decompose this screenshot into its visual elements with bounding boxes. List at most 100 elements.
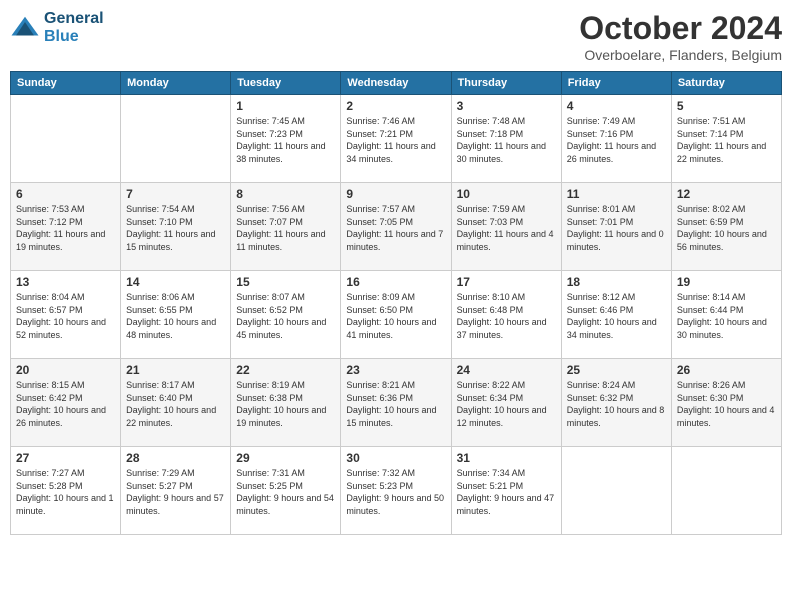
col-monday: Monday bbox=[121, 72, 231, 95]
day-number: 25 bbox=[567, 363, 666, 377]
logo-icon bbox=[10, 13, 40, 43]
table-row: 10 Sunrise: 7:59 AMSunset: 7:03 PMDaylig… bbox=[451, 183, 561, 271]
table-row: 20 Sunrise: 8:15 AMSunset: 6:42 PMDaylig… bbox=[11, 359, 121, 447]
day-number: 7 bbox=[126, 187, 225, 201]
day-number: 1 bbox=[236, 99, 335, 113]
title-block: October 2024 Overboelare, Flanders, Belg… bbox=[579, 10, 782, 63]
day-detail: Sunrise: 7:53 AMSunset: 7:12 PMDaylight:… bbox=[16, 203, 115, 253]
day-detail: Sunrise: 7:34 AMSunset: 5:21 PMDaylight:… bbox=[457, 467, 556, 517]
day-detail: Sunrise: 7:59 AMSunset: 7:03 PMDaylight:… bbox=[457, 203, 556, 253]
day-detail: Sunrise: 7:49 AMSunset: 7:16 PMDaylight:… bbox=[567, 115, 666, 165]
calendar-table: Sunday Monday Tuesday Wednesday Thursday… bbox=[10, 71, 782, 535]
day-detail: Sunrise: 8:02 AMSunset: 6:59 PMDaylight:… bbox=[677, 203, 776, 253]
day-number: 16 bbox=[346, 275, 445, 289]
day-detail: Sunrise: 8:04 AMSunset: 6:57 PMDaylight:… bbox=[16, 291, 115, 341]
table-row: 25 Sunrise: 8:24 AMSunset: 6:32 PMDaylig… bbox=[561, 359, 671, 447]
day-detail: Sunrise: 8:06 AMSunset: 6:55 PMDaylight:… bbox=[126, 291, 225, 341]
day-number: 31 bbox=[457, 451, 556, 465]
day-number: 20 bbox=[16, 363, 115, 377]
day-number: 11 bbox=[567, 187, 666, 201]
table-row: 13 Sunrise: 8:04 AMSunset: 6:57 PMDaylig… bbox=[11, 271, 121, 359]
day-detail: Sunrise: 8:22 AMSunset: 6:34 PMDaylight:… bbox=[457, 379, 556, 429]
day-number: 30 bbox=[346, 451, 445, 465]
table-row bbox=[561, 447, 671, 535]
calendar-week-1: 1 Sunrise: 7:45 AMSunset: 7:23 PMDayligh… bbox=[11, 95, 782, 183]
header: General Blue October 2024 Overboelare, F… bbox=[10, 10, 782, 63]
day-number: 4 bbox=[567, 99, 666, 113]
header-row: Sunday Monday Tuesday Wednesday Thursday… bbox=[11, 72, 782, 95]
day-number: 10 bbox=[457, 187, 556, 201]
day-detail: Sunrise: 8:19 AMSunset: 6:38 PMDaylight:… bbox=[236, 379, 335, 429]
day-detail: Sunrise: 7:54 AMSunset: 7:10 PMDaylight:… bbox=[126, 203, 225, 253]
table-row: 6 Sunrise: 7:53 AMSunset: 7:12 PMDayligh… bbox=[11, 183, 121, 271]
day-detail: Sunrise: 8:09 AMSunset: 6:50 PMDaylight:… bbox=[346, 291, 445, 341]
day-detail: Sunrise: 7:27 AMSunset: 5:28 PMDaylight:… bbox=[16, 467, 115, 517]
day-detail: Sunrise: 8:07 AMSunset: 6:52 PMDaylight:… bbox=[236, 291, 335, 341]
calendar-week-4: 20 Sunrise: 8:15 AMSunset: 6:42 PMDaylig… bbox=[11, 359, 782, 447]
table-row: 8 Sunrise: 7:56 AMSunset: 7:07 PMDayligh… bbox=[231, 183, 341, 271]
table-row: 1 Sunrise: 7:45 AMSunset: 7:23 PMDayligh… bbox=[231, 95, 341, 183]
day-detail: Sunrise: 8:24 AMSunset: 6:32 PMDaylight:… bbox=[567, 379, 666, 429]
day-number: 13 bbox=[16, 275, 115, 289]
table-row: 5 Sunrise: 7:51 AMSunset: 7:14 PMDayligh… bbox=[671, 95, 781, 183]
table-row: 17 Sunrise: 8:10 AMSunset: 6:48 PMDaylig… bbox=[451, 271, 561, 359]
day-detail: Sunrise: 7:46 AMSunset: 7:21 PMDaylight:… bbox=[346, 115, 445, 165]
table-row: 9 Sunrise: 7:57 AMSunset: 7:05 PMDayligh… bbox=[341, 183, 451, 271]
day-number: 9 bbox=[346, 187, 445, 201]
day-number: 24 bbox=[457, 363, 556, 377]
day-detail: Sunrise: 7:48 AMSunset: 7:18 PMDaylight:… bbox=[457, 115, 556, 165]
day-number: 17 bbox=[457, 275, 556, 289]
col-sunday: Sunday bbox=[11, 72, 121, 95]
day-number: 28 bbox=[126, 451, 225, 465]
calendar-week-3: 13 Sunrise: 8:04 AMSunset: 6:57 PMDaylig… bbox=[11, 271, 782, 359]
table-row: 3 Sunrise: 7:48 AMSunset: 7:18 PMDayligh… bbox=[451, 95, 561, 183]
table-row: 22 Sunrise: 8:19 AMSunset: 6:38 PMDaylig… bbox=[231, 359, 341, 447]
table-row: 23 Sunrise: 8:21 AMSunset: 6:36 PMDaylig… bbox=[341, 359, 451, 447]
col-friday: Friday bbox=[561, 72, 671, 95]
day-detail: Sunrise: 7:57 AMSunset: 7:05 PMDaylight:… bbox=[346, 203, 445, 253]
day-detail: Sunrise: 7:51 AMSunset: 7:14 PMDaylight:… bbox=[677, 115, 776, 165]
table-row bbox=[671, 447, 781, 535]
table-row: 26 Sunrise: 8:26 AMSunset: 6:30 PMDaylig… bbox=[671, 359, 781, 447]
table-row: 15 Sunrise: 8:07 AMSunset: 6:52 PMDaylig… bbox=[231, 271, 341, 359]
page: General Blue October 2024 Overboelare, F… bbox=[0, 0, 792, 612]
table-row: 24 Sunrise: 8:22 AMSunset: 6:34 PMDaylig… bbox=[451, 359, 561, 447]
col-wednesday: Wednesday bbox=[341, 72, 451, 95]
day-number: 26 bbox=[677, 363, 776, 377]
day-detail: Sunrise: 7:45 AMSunset: 7:23 PMDaylight:… bbox=[236, 115, 335, 165]
day-number: 12 bbox=[677, 187, 776, 201]
logo-text: General Blue bbox=[44, 10, 104, 45]
table-row: 16 Sunrise: 8:09 AMSunset: 6:50 PMDaylig… bbox=[341, 271, 451, 359]
day-detail: Sunrise: 7:56 AMSunset: 7:07 PMDaylight:… bbox=[236, 203, 335, 253]
day-number: 23 bbox=[346, 363, 445, 377]
day-detail: Sunrise: 7:31 AMSunset: 5:25 PMDaylight:… bbox=[236, 467, 335, 517]
day-number: 6 bbox=[16, 187, 115, 201]
logo: General Blue bbox=[10, 10, 104, 45]
day-number: 18 bbox=[567, 275, 666, 289]
day-detail: Sunrise: 7:29 AMSunset: 5:27 PMDaylight:… bbox=[126, 467, 225, 517]
col-tuesday: Tuesday bbox=[231, 72, 341, 95]
calendar-week-5: 27 Sunrise: 7:27 AMSunset: 5:28 PMDaylig… bbox=[11, 447, 782, 535]
table-row: 7 Sunrise: 7:54 AMSunset: 7:10 PMDayligh… bbox=[121, 183, 231, 271]
table-row: 30 Sunrise: 7:32 AMSunset: 5:23 PMDaylig… bbox=[341, 447, 451, 535]
subtitle: Overboelare, Flanders, Belgium bbox=[579, 47, 782, 63]
day-detail: Sunrise: 8:14 AMSunset: 6:44 PMDaylight:… bbox=[677, 291, 776, 341]
day-detail: Sunrise: 8:15 AMSunset: 6:42 PMDaylight:… bbox=[16, 379, 115, 429]
calendar-week-2: 6 Sunrise: 7:53 AMSunset: 7:12 PMDayligh… bbox=[11, 183, 782, 271]
table-row: 4 Sunrise: 7:49 AMSunset: 7:16 PMDayligh… bbox=[561, 95, 671, 183]
month-title: October 2024 bbox=[579, 10, 782, 47]
table-row: 31 Sunrise: 7:34 AMSunset: 5:21 PMDaylig… bbox=[451, 447, 561, 535]
day-detail: Sunrise: 8:21 AMSunset: 6:36 PMDaylight:… bbox=[346, 379, 445, 429]
day-number: 29 bbox=[236, 451, 335, 465]
table-row: 14 Sunrise: 8:06 AMSunset: 6:55 PMDaylig… bbox=[121, 271, 231, 359]
table-row bbox=[121, 95, 231, 183]
day-number: 2 bbox=[346, 99, 445, 113]
day-detail: Sunrise: 7:32 AMSunset: 5:23 PMDaylight:… bbox=[346, 467, 445, 517]
table-row: 18 Sunrise: 8:12 AMSunset: 6:46 PMDaylig… bbox=[561, 271, 671, 359]
day-number: 21 bbox=[126, 363, 225, 377]
day-detail: Sunrise: 8:17 AMSunset: 6:40 PMDaylight:… bbox=[126, 379, 225, 429]
table-row: 27 Sunrise: 7:27 AMSunset: 5:28 PMDaylig… bbox=[11, 447, 121, 535]
day-number: 8 bbox=[236, 187, 335, 201]
table-row: 12 Sunrise: 8:02 AMSunset: 6:59 PMDaylig… bbox=[671, 183, 781, 271]
day-detail: Sunrise: 8:10 AMSunset: 6:48 PMDaylight:… bbox=[457, 291, 556, 341]
